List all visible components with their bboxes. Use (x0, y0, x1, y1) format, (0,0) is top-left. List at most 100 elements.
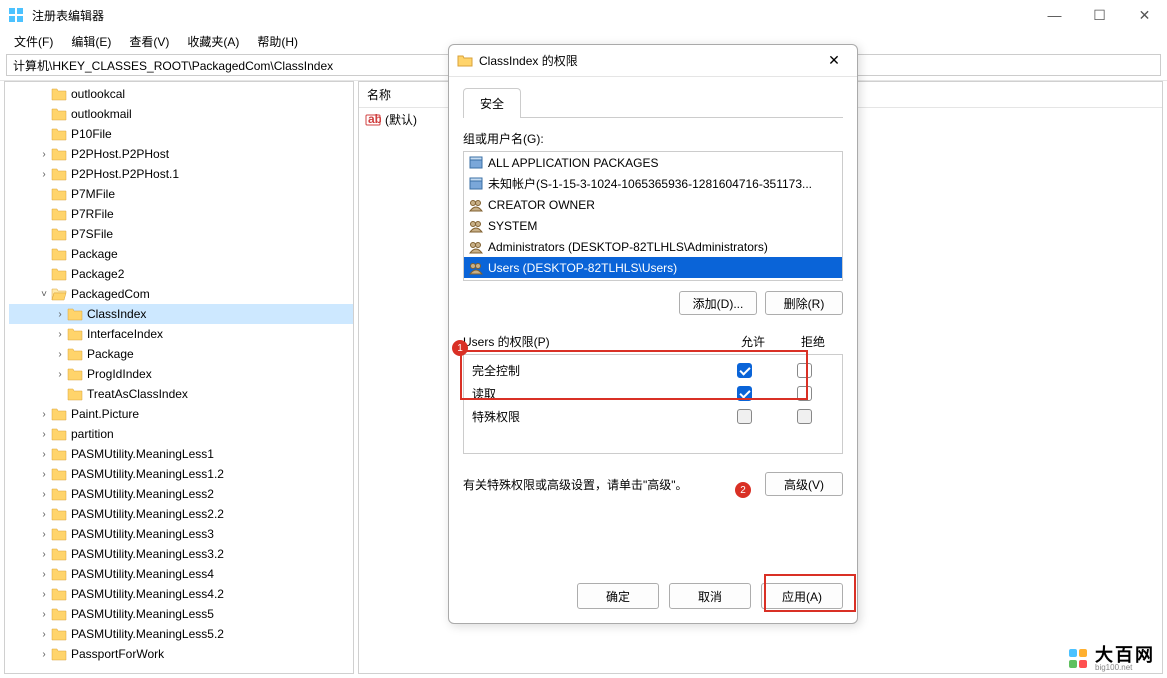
tree-item[interactable]: ›P2PHost.P2PHost.1 (9, 164, 353, 184)
app-icon (8, 7, 24, 23)
tree-item[interactable]: outlookmail (9, 104, 353, 124)
tree-item-label: PASMUtility.MeaningLess4.2 (71, 587, 224, 601)
tab-security[interactable]: 安全 (463, 88, 521, 118)
expand-icon[interactable]: › (53, 369, 67, 380)
close-button[interactable]: ✕ (1122, 0, 1167, 30)
folder-icon (51, 487, 67, 501)
expand-icon[interactable]: › (37, 489, 51, 500)
folder-icon (51, 187, 67, 201)
folder-icon (51, 227, 67, 241)
cancel-button[interactable]: 取消 (669, 583, 751, 609)
tree-item[interactable]: ›InterfaceIndex (9, 324, 353, 344)
tree-item[interactable]: P7SFile (9, 224, 353, 244)
tree-item[interactable]: ›PASMUtility.MeaningLess5.2 (9, 624, 353, 644)
tree-item-label: PASMUtility.MeaningLess3 (71, 527, 214, 541)
tree-item[interactable]: ›PASMUtility.MeaningLess3.2 (9, 544, 353, 564)
tree-item-label: ProgIdIndex (87, 367, 152, 381)
user-list-item[interactable]: ALL APPLICATION PACKAGES (464, 152, 842, 173)
tree-item[interactable]: ›PASMUtility.MeaningLess5 (9, 604, 353, 624)
folder-icon (51, 547, 67, 561)
menu-favorites[interactable]: 收藏夹(A) (179, 31, 247, 52)
tree-item[interactable]: outlookcal (9, 84, 353, 104)
expand-icon[interactable]: › (53, 349, 67, 360)
tree-pane[interactable]: outlookcaloutlookmailP10File›P2PHost.P2P… (4, 81, 354, 674)
advanced-button[interactable]: 高级(V) (765, 472, 843, 496)
folder-icon (51, 507, 67, 521)
tree-item[interactable]: › PASMUtility.MeaningLess2 (9, 484, 353, 504)
menu-help[interactable]: 帮助(H) (249, 31, 306, 52)
expand-icon[interactable]: › (37, 149, 51, 160)
expand-icon[interactable]: › (37, 429, 51, 440)
expand-icon[interactable]: › (37, 529, 51, 540)
folder-icon (67, 327, 83, 341)
remove-button[interactable]: 删除(R) (765, 291, 843, 315)
tree-item[interactable]: › ProgIdIndex (9, 364, 353, 384)
tree-item[interactable]: ›Paint.Picture (9, 404, 353, 424)
string-value-icon: ab (365, 112, 381, 128)
expand-icon[interactable]: › (37, 449, 51, 460)
expand-icon[interactable]: › (37, 649, 51, 660)
expand-icon[interactable]: › (53, 329, 67, 340)
expand-icon[interactable]: › (37, 629, 51, 640)
folder-icon (51, 467, 67, 481)
tree-item[interactable]: ›Package (9, 344, 353, 364)
tree-item-label: PASMUtility.MeaningLess2.2 (71, 507, 224, 521)
tree-item[interactable]: ›PASMUtility.MeaningLess1.2 (9, 464, 353, 484)
user-list-item[interactable]: SYSTEM (464, 215, 842, 236)
add-button[interactable]: 添加(D)... (679, 291, 757, 315)
tree-item[interactable]: ˅ PackagedCom (9, 284, 353, 304)
tree-item[interactable]: Package2 (9, 264, 353, 284)
menu-file[interactable]: 文件(F) (6, 31, 61, 52)
expand-icon[interactable]: › (37, 169, 51, 180)
tree-item-label: P7MFile (71, 187, 115, 201)
user-name: Users (DESKTOP-82TLHLS\Users) (488, 261, 677, 275)
tree-item[interactable]: ›PASMUtility.MeaningLess1 (9, 444, 353, 464)
expand-icon[interactable]: › (37, 549, 51, 560)
expand-icon[interactable]: › (37, 469, 51, 480)
tree-item[interactable]: › PASMUtility.MeaningLess4.2 (9, 584, 353, 604)
tree-item[interactable]: P10File (9, 124, 353, 144)
group-icon (468, 260, 484, 276)
group-icon (468, 218, 484, 234)
user-list[interactable]: ALL APPLICATION PACKAGES未知帐户(S-1-15-3-10… (463, 151, 843, 281)
tree-item[interactable]: Package (9, 244, 353, 264)
watermark: 大百网 big100.net (1069, 646, 1155, 672)
collapse-icon[interactable]: ˅ (37, 289, 51, 300)
menu-view[interactable]: 查看(V) (121, 31, 177, 52)
tree-item[interactable]: P7RFile (9, 204, 353, 224)
tree-item[interactable]: TreatAsClassIndex (9, 384, 353, 404)
user-list-item[interactable]: Users (DESKTOP-82TLHLS\Users) (464, 257, 842, 278)
user-list-item[interactable]: CREATOR OWNER (464, 194, 842, 215)
menu-edit[interactable]: 编辑(E) (63, 31, 119, 52)
tree-item[interactable]: ›PassportForWork (9, 644, 353, 664)
tree-item-label: PASMUtility.MeaningLess2 (71, 487, 214, 501)
maximize-button[interactable]: ☐ (1077, 0, 1122, 30)
ok-button[interactable]: 确定 (577, 583, 659, 609)
tree-item-label: Package2 (71, 267, 124, 281)
tree-item[interactable]: P7MFile (9, 184, 353, 204)
folder-icon (51, 107, 67, 121)
package-icon (468, 176, 484, 192)
tree-item[interactable]: ›P2PHost.P2PHost (9, 144, 353, 164)
expand-icon[interactable]: › (37, 509, 51, 520)
minimize-button[interactable]: — (1032, 0, 1077, 30)
tree-item[interactable]: › PASMUtility.MeaningLess3 (9, 524, 353, 544)
expand-icon[interactable]: › (37, 589, 51, 600)
tree-item[interactable]: ›ClassIndex (9, 304, 353, 324)
dialog-titlebar[interactable]: ClassIndex 的权限 ✕ (449, 45, 857, 77)
deny-checkbox (797, 409, 812, 424)
tree-item[interactable]: ›PASMUtility.MeaningLess4 (9, 564, 353, 584)
permission-name: 特殊权限 (472, 408, 714, 425)
expand-icon[interactable]: › (37, 569, 51, 580)
tree-item[interactable]: ›partition (9, 424, 353, 444)
dialog-close-button[interactable]: ✕ (819, 52, 849, 69)
folder-icon (51, 167, 67, 181)
user-list-item[interactable]: 未知帐户(S-1-15-3-1024-1065365936-1281604716… (464, 173, 842, 194)
tree-item-label: PackagedCom (71, 287, 150, 301)
user-list-item[interactable]: Administrators (DESKTOP-82TLHLS\Administ… (464, 236, 842, 257)
expand-icon[interactable]: › (53, 309, 67, 320)
tree-item[interactable]: › PASMUtility.MeaningLess2.2 (9, 504, 353, 524)
folder-icon (51, 87, 67, 101)
expand-icon[interactable]: › (37, 609, 51, 620)
expand-icon[interactable]: › (37, 409, 51, 420)
